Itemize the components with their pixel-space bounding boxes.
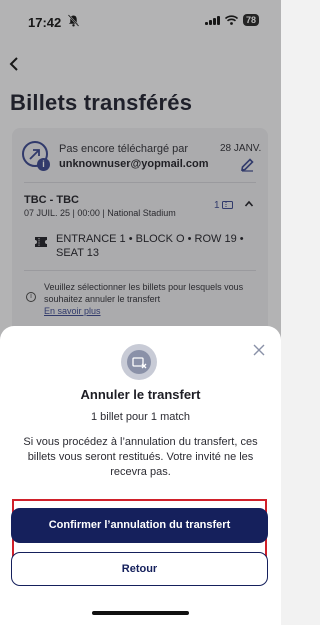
- modal-body: Si vous procédez à l’annulation du trans…: [23, 436, 258, 478]
- confirm-cancel-transfer-button[interactable]: Confirmer l’annulation du transfert: [11, 508, 268, 543]
- modal-subtitle: 1 billet pour 1 match: [90, 411, 191, 423]
- home-indicator: [92, 611, 189, 615]
- modal-title: Annuler le transfert: [80, 387, 201, 402]
- back-button[interactable]: Retour: [11, 552, 268, 586]
- cancel-transfer-icon: [121, 344, 157, 380]
- close-icon[interactable]: [252, 343, 266, 357]
